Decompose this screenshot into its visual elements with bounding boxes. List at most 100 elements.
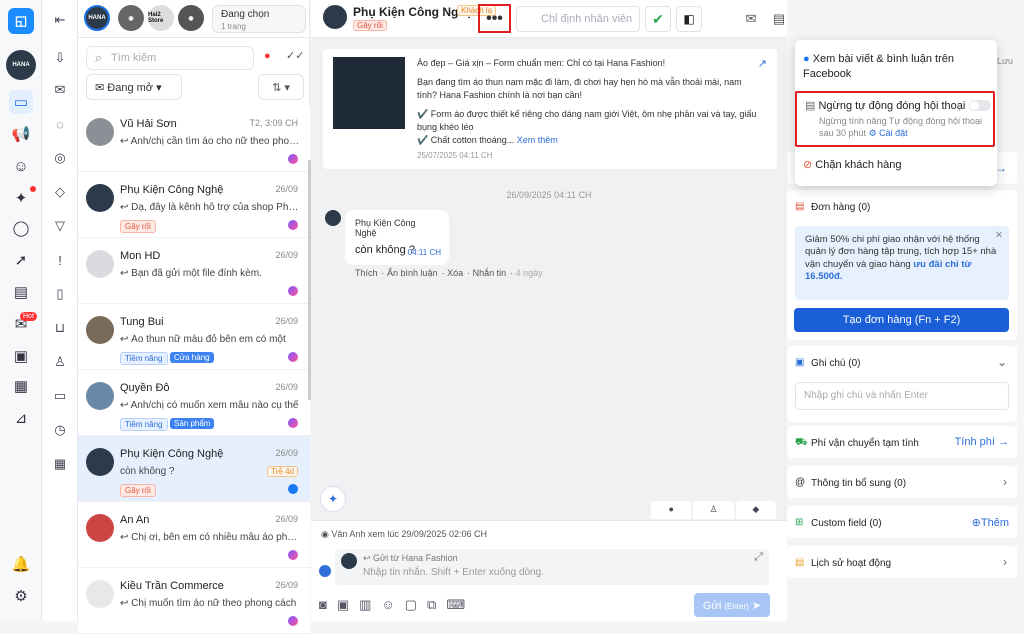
tag-icon[interactable]: ◇ [50, 182, 70, 202]
bell-icon[interactable]: 🔔 [9, 552, 33, 576]
inbox-icon[interactable]: ⇩ [50, 48, 70, 68]
note-input[interactable]: Nhập ghi chú và nhấn Enter [795, 382, 1009, 410]
alert-icon[interactable]: ! [50, 250, 70, 270]
phone-icon[interactable]: ▯ [50, 284, 70, 304]
conversation-item-selected[interactable]: Phụ Kiện Công Nghệ 26/09 còn không ? Trễ… [78, 436, 310, 502]
ai-assist-button[interactable]: ✦ [320, 486, 346, 512]
assign-staff-select[interactable]: Chỉ định nhân viên [516, 6, 640, 32]
template-icon[interactable]: ⧉ [427, 597, 436, 613]
post-title: Áo đẹp – Giá xịn – Form chuẩn men: Chỉ c… [417, 58, 666, 68]
tab-tag[interactable]: ◆ [735, 501, 776, 519]
calc-fee-link[interactable]: Tính phí → [955, 436, 1009, 448]
user-filter-icon[interactable]: ● [264, 50, 271, 62]
avatar [86, 382, 114, 410]
folder-icon[interactable]: ▭ [50, 386, 70, 406]
truck-icon: ⛟ [795, 437, 808, 448]
chevron-down-icon[interactable]: ⌄ [997, 355, 1007, 369]
tab-user[interactable]: ♙ [693, 501, 734, 519]
post-image[interactable] [333, 57, 405, 129]
keyboard-icon[interactable]: ⌨ [446, 597, 465, 613]
tag-badge: Cửa hàng [170, 352, 214, 363]
megaphone-icon[interactable]: 📢 [9, 122, 33, 146]
chat-icon[interactable]: ▭ [9, 90, 33, 114]
mail-icon[interactable]: ✉ [739, 7, 763, 31]
page-avatar-2[interactable]: ◉ [118, 5, 144, 31]
product-icon[interactable]: ▥ [359, 597, 371, 613]
conversation-item[interactable]: Tung Bui 26/09 ↩ Áo thun nữ màu đỏ bên e… [78, 304, 310, 370]
custom-field-card: ⊞ Custom field (0) ⊕Thêm [787, 506, 1017, 538]
chevron-right-icon[interactable]: › [1003, 555, 1007, 569]
chart-icon[interactable]: ⊿ [9, 406, 33, 430]
chevron-right-icon[interactable]: › [1003, 475, 1007, 489]
rocket-icon[interactable]: ➚ [9, 248, 33, 272]
report-icon[interactable]: ▦ [9, 374, 33, 398]
person-icon[interactable]: ♙ [50, 352, 70, 372]
conversation-item[interactable]: Quyền Đỗ 26/09 ↩ Anh/chị có muốn xem mẫu… [78, 370, 310, 436]
search-input[interactable]: Tìm kiếm [86, 46, 254, 70]
image-icon[interactable]: ▣ [337, 597, 349, 613]
conversation-item[interactable]: Vũ Hải Sơn T2, 3:09 CH ↩ Anh/chị cần tìm… [78, 106, 310, 172]
tab-comment[interactable]: ● [651, 501, 692, 519]
contact-name[interactable]: Phụ Kiện Công Nghệ [353, 5, 472, 19]
conversation-item[interactable]: Kiều Trần Commerce 26/09 ↩ Chị muốn tìm … [78, 568, 310, 634]
sort-button[interactable]: ⇅ ▾ [258, 74, 304, 100]
add-field-label: Thêm [980, 517, 1009, 529]
settings-icon[interactable]: ⚙ [9, 584, 33, 608]
hidden-icon[interactable]: ◎ [50, 148, 70, 168]
message-input[interactable]: ↩ Gửi từ Hana Fashion Nhập tin nhắn. Shi… [335, 549, 769, 585]
camera-icon[interactable]: ▣ [9, 344, 33, 368]
like-action[interactable]: Thích [355, 268, 378, 278]
done-button[interactable]: ✔ [645, 6, 671, 32]
page-avatar-4[interactable]: ◉ [178, 5, 204, 31]
message-action[interactable]: Nhắn tin [473, 268, 507, 278]
contact-avatar[interactable] [323, 5, 347, 29]
more-options-button[interactable]: ••• [478, 4, 511, 33]
conversation-time: 26/09 [275, 382, 298, 392]
page-avatar-hai2[interactable]: Hai2 Store [148, 5, 174, 31]
post-bullet: ✔️ Chất cotton thoáng... [417, 135, 515, 146]
user-icon[interactable]: ◯ [9, 216, 33, 240]
create-order-button[interactable]: Tạo đơn hàng (Fn + F2) [794, 308, 1009, 332]
conversation-preview: ↩ Anh/chị cần tìm áo cho nữ theo phong c… [120, 136, 300, 147]
conversation-item[interactable]: Phụ Kiện Công Nghệ 26/09 ↩ Dạ, đây là kê… [78, 172, 310, 238]
toggle-panel-button[interactable]: ◧ [676, 6, 702, 32]
external-link-icon[interactable]: ↗ [758, 57, 767, 70]
funnel-icon[interactable]: ▽ [50, 216, 70, 236]
collapse-icon[interactable]: ⇤ [50, 10, 70, 30]
send-button[interactable]: Gửi (Enter) ➤ [694, 593, 770, 617]
page-avatar[interactable]: HANA [6, 50, 36, 80]
status-filter[interactable]: ✉ Đang mở ▾ [86, 74, 182, 100]
hide-comment-action[interactable]: Ẩn bình luận [387, 268, 438, 278]
page-selector[interactable]: Đang chọn 1 trang [212, 5, 306, 33]
page-avatar-hana[interactable]: HANA [84, 5, 110, 31]
tag-badge: Tiềm năng [120, 418, 168, 431]
envelope-icon[interactable]: ✉ [50, 80, 70, 100]
see-more-link[interactable]: Xem thêm [517, 135, 558, 145]
reply-mode-icon[interactable] [319, 565, 331, 577]
add-field-button[interactable]: ⊕Thêm [972, 516, 1009, 529]
calendar-icon[interactable]: ▦ [50, 454, 70, 474]
bot-icon[interactable]: ☺ [9, 154, 33, 178]
conversation-item[interactable]: An An 26/09 ↩ Chị ơi, bên em có nhiều mẫ… [78, 502, 310, 568]
emoji-icon[interactable]: ☺ [381, 597, 394, 613]
quick-reply-icon[interactable]: ▢ [405, 597, 417, 613]
conversation-item[interactable]: Mon HD 26/09 ↩ Bạn đã gửi một file đính … [78, 238, 310, 304]
camera-icon[interactable]: ◙ [319, 597, 327, 613]
clock-icon[interactable]: ◷ [50, 420, 70, 440]
document-icon[interactable]: ▤ [9, 280, 33, 304]
post-bullet-line: ✔️ Chất cotton thoáng... Xem thêm [417, 134, 757, 147]
app-logo-icon[interactable]: ◱ [8, 8, 34, 34]
cart-icon[interactable]: ⊔ [50, 318, 70, 338]
hot-badge: Hot [20, 312, 37, 321]
view-post-item[interactable]: ● Xem bài viết & bình luận trên Facebook [803, 52, 989, 82]
delete-action[interactable]: Xóa [447, 268, 463, 278]
comment-icon[interactable]: ◌ [50, 114, 70, 134]
grid-icon: ⊞ [795, 517, 804, 528]
block-customer-item[interactable]: ⊘ Chặn khách hàng [803, 158, 902, 171]
expand-icon[interactable]: ⤢ [754, 551, 763, 564]
facebook-post-card: Áo đẹp – Giá xịn – Form chuẩn men: Chỉ c… [323, 49, 777, 169]
message-time: 04:11 CH [407, 248, 441, 257]
conversation-name: Tung Bui [120, 316, 164, 328]
close-icon[interactable]: ✕ [995, 230, 1003, 242]
mark-read-icon[interactable]: ✓✓ [286, 49, 304, 62]
